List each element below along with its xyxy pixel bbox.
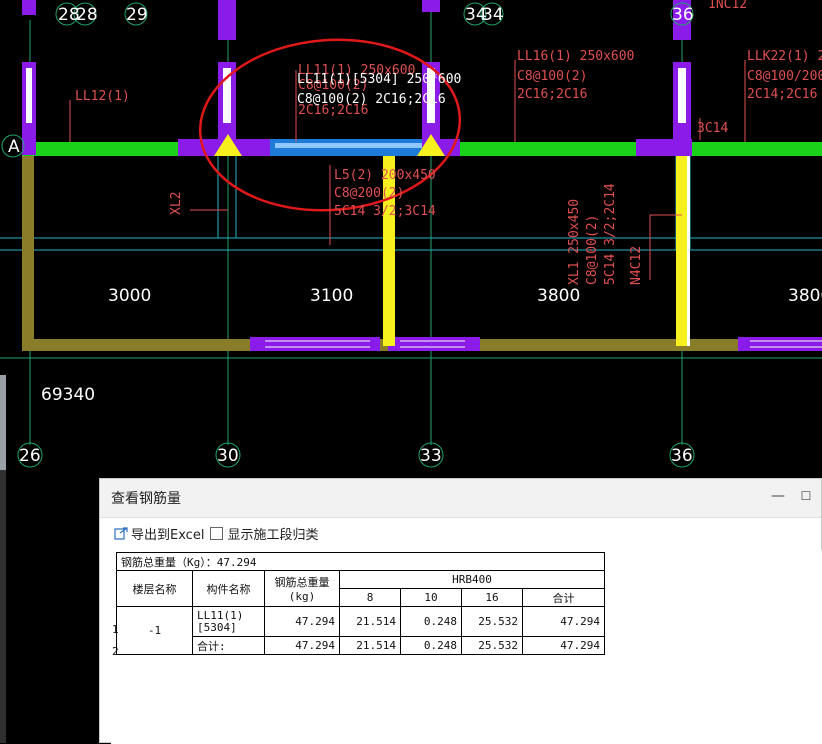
left-edge-scroll[interactable] [0, 375, 6, 475]
axis-label-bottom: 30 [217, 446, 239, 466]
left-edge-panel [0, 470, 6, 743]
rebar-quantity-dialog[interactable]: 查看钢筋量 — ☐ 导出到Excel 显示施工段归类 1 2 钢筋总重量（Kg）… [99, 478, 822, 744]
export-excel-button[interactable]: 导出到Excel [114, 524, 204, 543]
dimension-text: 3800 [788, 286, 822, 306]
table-summary: 钢筋总重量（Kg）：47.294 [116, 552, 605, 571]
cell-member-total[interactable]: 合计: [192, 636, 265, 655]
cell-d8[interactable]: 21.514 [339, 636, 401, 655]
header-diameter: 10 [400, 588, 462, 607]
beam-label-ll16: LL16(1) 250x600 [517, 49, 634, 64]
beam-label-ll16-bars: 2C16;2C16 [517, 87, 587, 102]
rebar-table: 钢筋总重量（Kg）：47.294 楼层名称 构件名称 钢筋总重量(kg) HRB… [116, 552, 605, 655]
cell-d10[interactable]: 0.248 [400, 636, 462, 655]
beam-label-partial: 1NC12 [708, 0, 747, 12]
selected-beam-rebar: C8@100(2) 2C16;2C16 [297, 92, 446, 107]
beam-label-xl1-torsion: N4C12 [629, 246, 644, 285]
cell-d10[interactable]: 0.248 [400, 606, 462, 637]
dimension-text: 3100 [310, 286, 353, 306]
beam-label-ll16-stirrup: C8@100(2) [517, 69, 587, 84]
beam-label-llk22-bars: 2C14;2C16 [747, 87, 817, 102]
axis-label-bottom: 26 [19, 446, 41, 466]
beam-edge [687, 156, 690, 346]
cell-d8[interactable]: 21.514 [339, 606, 401, 637]
beam-label-llk22: LLK22(1) 25 [747, 49, 822, 64]
beam-label-l5-stirrup: C8@200(2) [334, 186, 404, 201]
axis-label-bottom: 33 [420, 446, 442, 466]
export-label: 导出到Excel [131, 527, 205, 543]
header-floor: 楼层名称 [116, 570, 193, 607]
checkbox-label: 显示施工段归类 [227, 527, 319, 543]
total-dimension-text: 69340 [41, 385, 95, 405]
beam-label-3c14: 3C14 [697, 121, 728, 136]
export-icon [114, 527, 128, 540]
beam-label-ll12: LL12(1) [75, 89, 130, 104]
cell-total[interactable]: 47.294 [264, 636, 340, 655]
header-member: 构件名称 [192, 570, 265, 607]
header-sum: 合计 [522, 588, 605, 607]
beam-label-l5: L5(2) 200x450 [334, 168, 436, 183]
cell-d16[interactable]: 25.532 [461, 606, 523, 637]
beam-label-llk22-stirrup: C8@100/200( [747, 69, 822, 84]
selected-beam-highlight [275, 143, 440, 148]
show-stage-checkbox[interactable]: 显示施工段归类 [210, 524, 318, 543]
minimize-button[interactable]: — [767, 485, 789, 507]
axis-label-top: 29 [126, 5, 148, 25]
axis-label-top: 28 [76, 5, 98, 25]
header-diameter: 8 [339, 588, 401, 607]
header-grade: HRB400 [339, 570, 605, 589]
beam-label-xl2: XL2 [169, 192, 184, 215]
axis-label-bottom: 36 [671, 446, 693, 466]
dialog-toolbar: 导出到Excel 显示施工段归类 [114, 523, 318, 543]
axis-label-top: 34 [482, 5, 504, 25]
cell-floor[interactable]: -1 [116, 606, 193, 655]
checkbox-box[interactable] [210, 526, 224, 540]
beam-label-l5-bars: 5C14 3/2;3C14 [334, 204, 436, 219]
dimension-text: 3000 [108, 286, 151, 306]
dimension-text: 3800 [537, 286, 580, 306]
cell-sum[interactable]: 47.294 [522, 636, 605, 655]
axis-label-top: 36 [672, 5, 694, 25]
dialog-title-bar[interactable]: 查看钢筋量 — ☐ [100, 479, 821, 518]
cell-d16[interactable]: 25.532 [461, 636, 523, 655]
maximize-button[interactable]: ☐ [795, 485, 817, 507]
cell-member[interactable]: LL11(1)[5304] [192, 606, 265, 637]
beam-label-xl1: XL1 250x450 [567, 199, 582, 285]
axis-label-row: A [8, 137, 20, 157]
cell-total[interactable]: 47.294 [264, 606, 340, 637]
dialog-title: 查看钢筋量 [111, 491, 181, 507]
selected-beam-info: LL11(1)[5304] 250*600 [297, 72, 461, 87]
header-diameter: 16 [461, 588, 523, 607]
olive-walls [22, 155, 822, 351]
header-total-weight: 钢筋总重量(kg) [264, 570, 340, 607]
beam-label-xl1-stirrup: C8@100(2) [585, 215, 600, 285]
beam-label-xl1-bars: 5C14 3/2;2C14 [603, 183, 618, 285]
cell-sum[interactable]: 47.294 [522, 606, 605, 637]
